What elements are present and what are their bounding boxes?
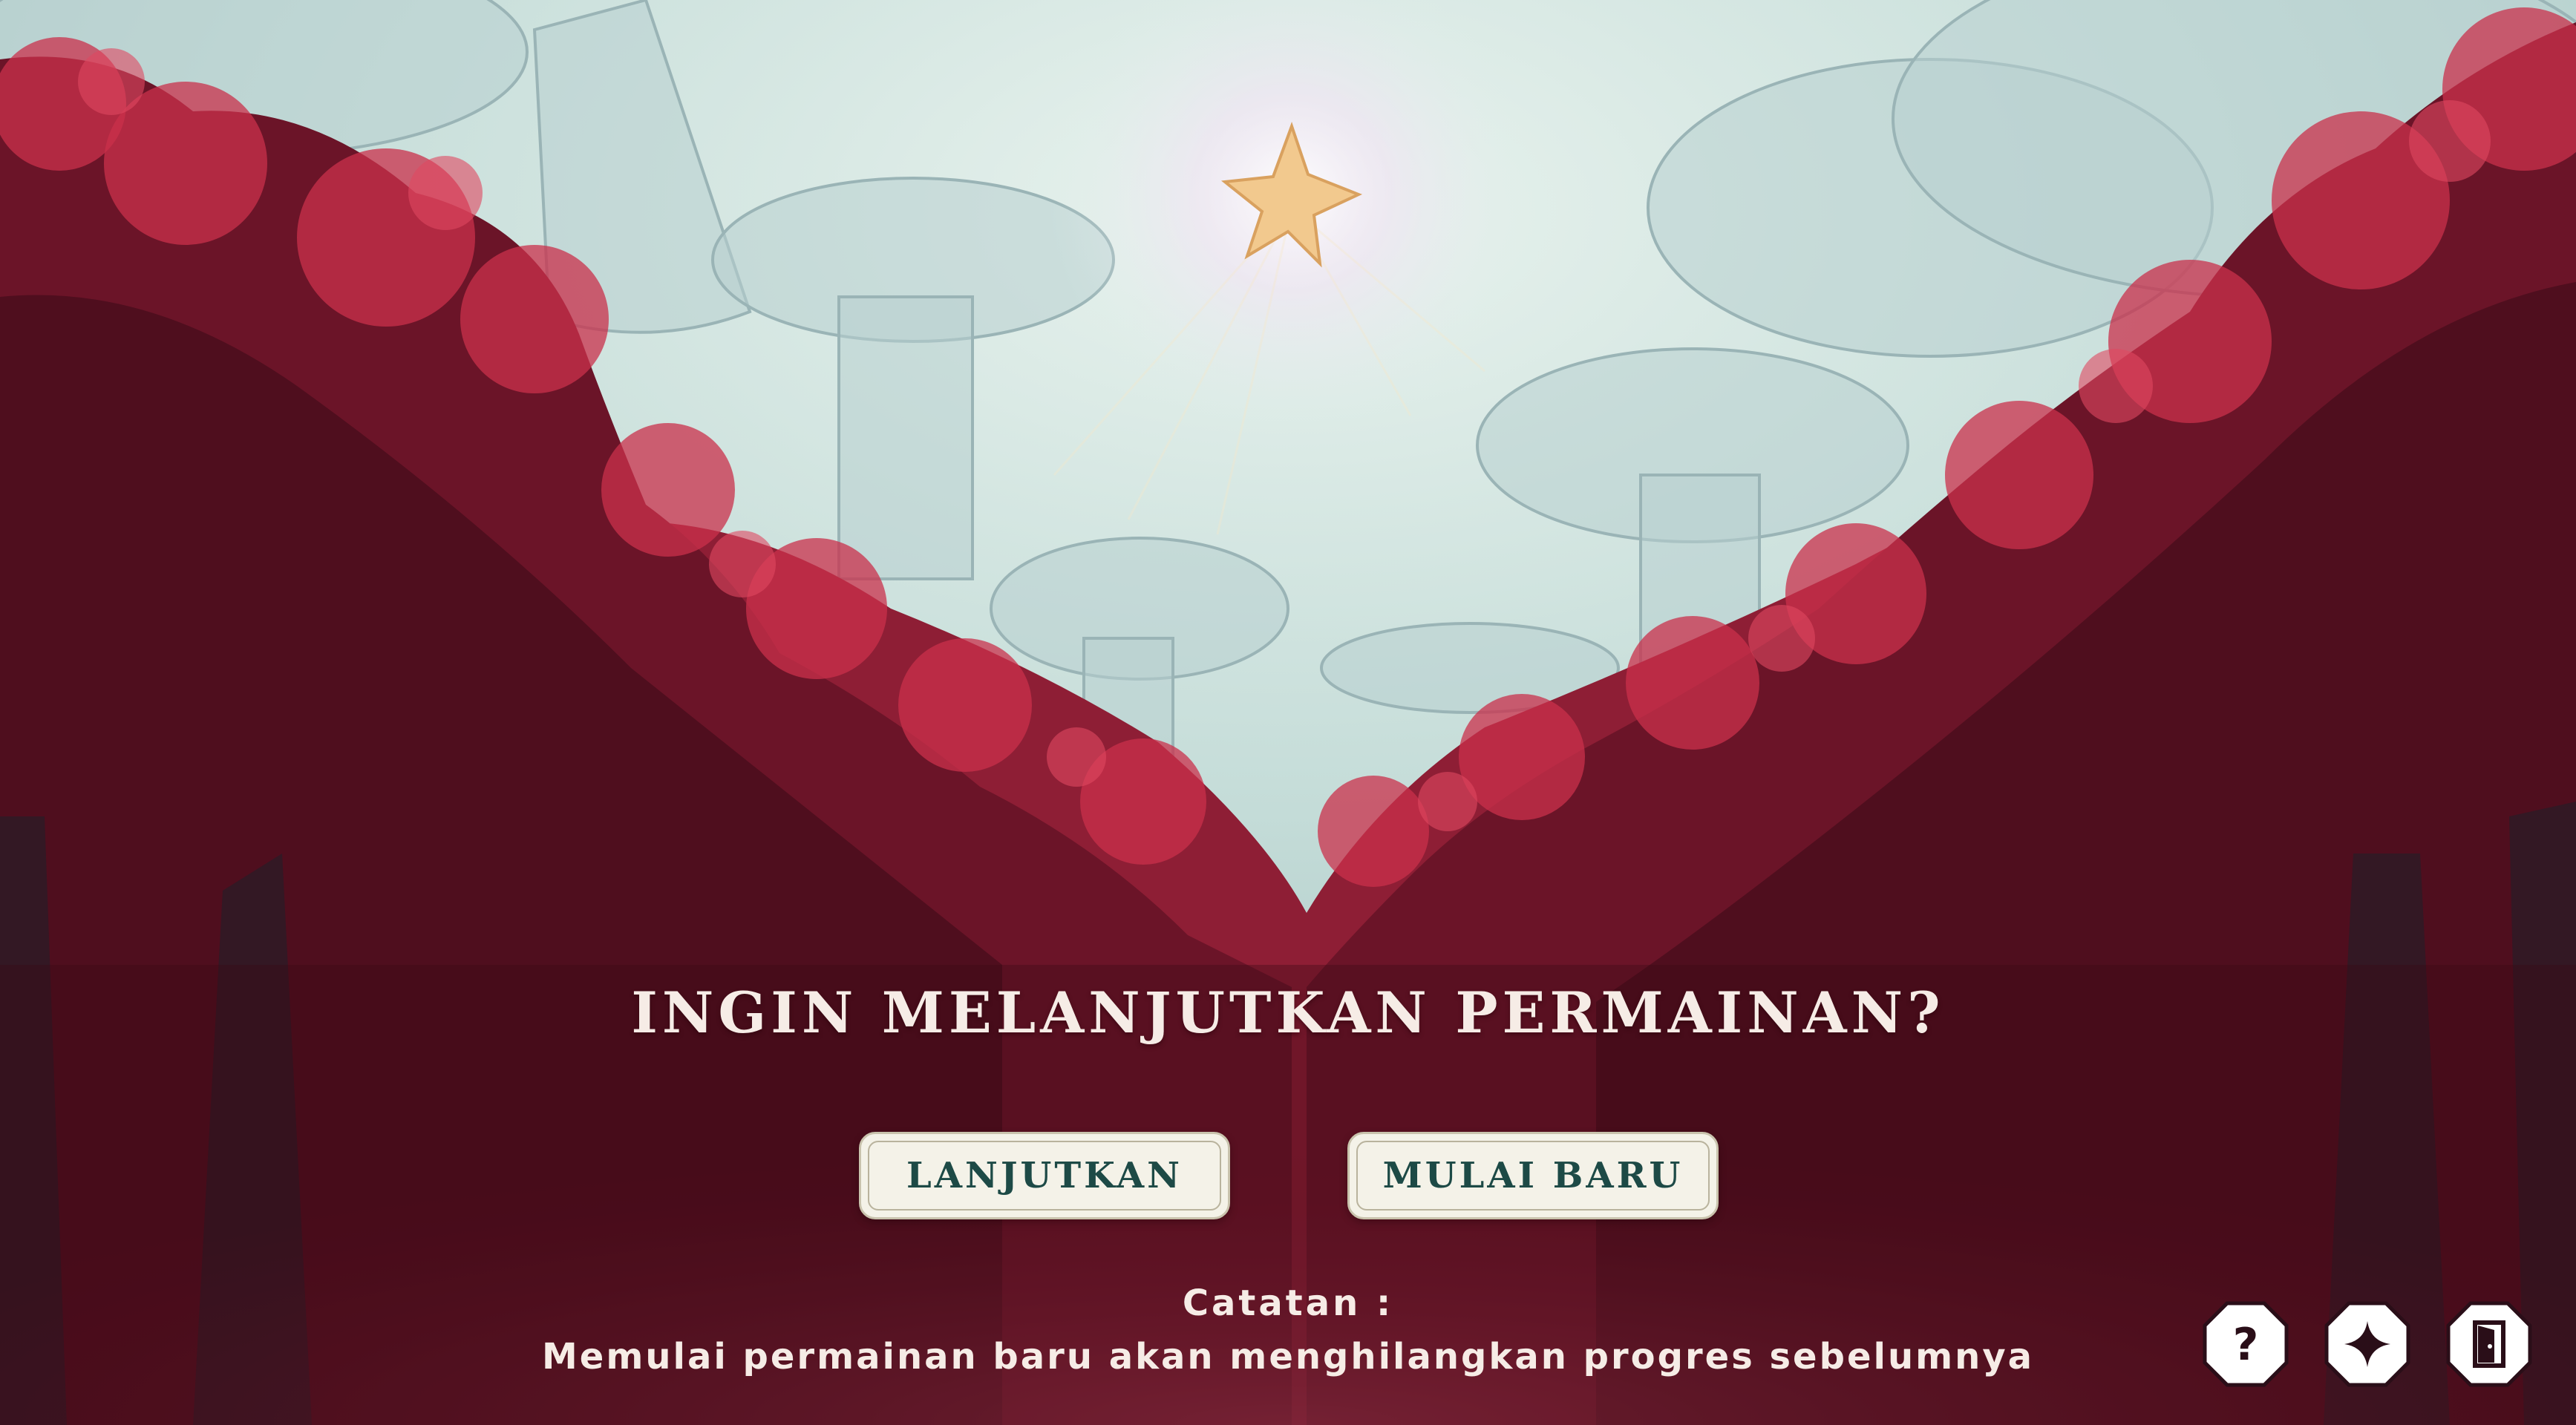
sparkle-button[interactable] — [2324, 1300, 2411, 1388]
continue-question: INGIN MELANJUTKAN PERMAINAN? — [631, 980, 1945, 1046]
svg-text:?: ? — [2233, 1319, 2259, 1371]
note-text: Memulai permainan baru akan menghilangka… — [542, 1336, 2034, 1378]
exit-button[interactable] — [2445, 1300, 2533, 1388]
forest-background — [0, 0, 2576, 1425]
new-game-button[interactable]: MULAI BARU — [1347, 1132, 1719, 1219]
help-button[interactable]: ? — [2202, 1300, 2289, 1388]
sparkle-icon — [2324, 1301, 2410, 1387]
exit-door-icon — [2446, 1301, 2532, 1387]
game-screen: INGIN MELANJUTKAN PERMAINAN? LANJUTKAN M… — [0, 0, 2576, 1425]
continue-button[interactable]: LANJUTKAN — [859, 1132, 1230, 1219]
note-title: Catatan : — [1182, 1282, 1394, 1324]
help-icon: ? — [2203, 1301, 2289, 1387]
